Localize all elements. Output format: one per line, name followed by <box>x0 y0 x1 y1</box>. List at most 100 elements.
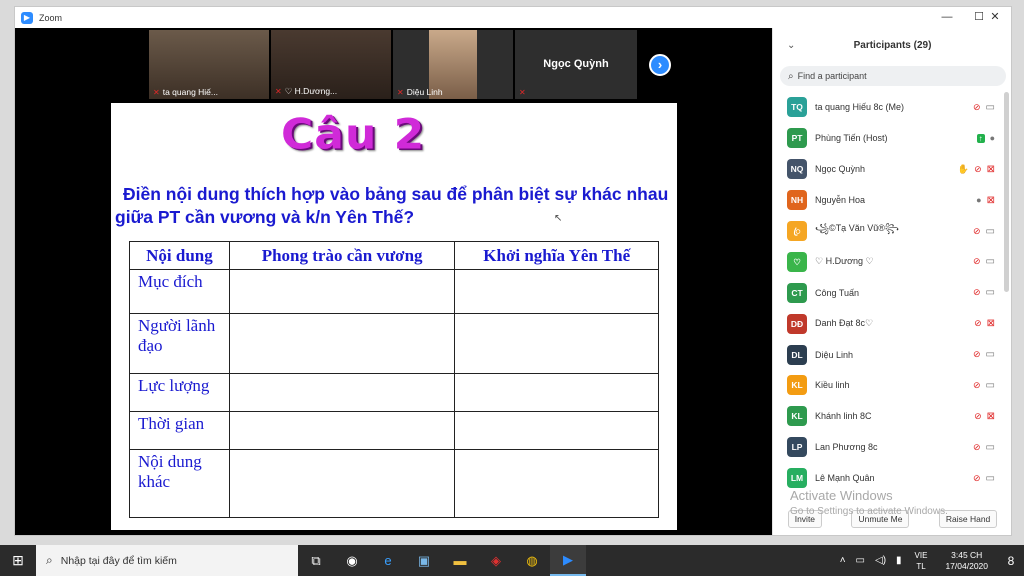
participant-name: Công Tuấn <box>815 287 860 298</box>
volume-icon[interactable]: ◁) <box>875 555 886 566</box>
camera-off-icon: ⊠ <box>986 194 995 206</box>
notification-center-icon[interactable]: 8 <box>998 554 1024 568</box>
clock-date: 17/04/2020 <box>945 560 988 571</box>
clock[interactable]: 3:45 CH 17/04/2020 <box>945 550 988 572</box>
camera-icon: ▭ <box>985 225 995 237</box>
app-icon[interactable]: ▣ <box>406 545 442 576</box>
participant-row[interactable]: ♡ ♡ H.Dương ♡ ⊘ ▭ <box>773 246 1005 277</box>
table-cell <box>454 411 659 450</box>
mic-muted-icon: ⊘ <box>973 287 981 298</box>
chevron-up-icon[interactable]: ˄ <box>840 555 846 566</box>
search-icon: ⌕ <box>788 70 794 82</box>
table-row-label: Nội dung khác <box>129 449 230 518</box>
obs-icon[interactable]: ◉ <box>334 545 370 576</box>
invite-button[interactable]: Invite <box>787 510 823 528</box>
avatar: ꦿ <box>787 221 807 241</box>
mic-off-icon: ✕ <box>397 87 404 97</box>
participant-name: ♡ H.Dương ♡ <box>815 256 874 267</box>
edge-icon[interactable]: e <box>370 545 406 576</box>
camera-icon: ▭ <box>985 441 995 453</box>
participant-name: Diệu Linh <box>815 349 854 360</box>
camera-off-icon: ⊠ <box>986 318 995 330</box>
video-tile[interactable]: ✕ ♡ H.Dương... <box>271 30 391 99</box>
raise-hand-button[interactable]: Raise Hand <box>938 510 998 528</box>
next-page-button[interactable]: › <box>649 54 671 76</box>
mic-muted-icon: ⊘ <box>974 163 982 174</box>
table-header: Nội dung <box>129 241 230 270</box>
mic-muted-icon: ⊘ <box>973 256 981 267</box>
battery-icon[interactable]: ▮ <box>896 555 902 566</box>
participant-name: Ngọc Quỳnh <box>815 164 866 175</box>
table-cell <box>228 269 456 314</box>
avatar: NQ <box>787 159 807 180</box>
avatar: DL <box>787 344 807 365</box>
zoom-taskbar-icon[interactable]: ▶ <box>550 545 586 576</box>
shared-slide: Câu 2 ↖ Điền nội dung thích hợp vào bảng… <box>111 103 677 530</box>
meeting-area: ✕ ta quang Hiế... ✕ ♡ H.Dương... ✕ Diệu Lin… <box>15 28 772 535</box>
window-title: Zoom <box>39 12 63 23</box>
video-tile[interactable]: Ngọc Quỳnh ✕ <box>515 30 637 99</box>
tile-name: Diệu Linh <box>406 87 443 97</box>
participant-row[interactable]: ꦿ ꧁©Tạ Văn Vũ®꧂ ⊘ ▭ <box>773 216 1005 247</box>
slide-title: Câu 2 <box>281 110 426 159</box>
taskbar-search-input[interactable]: ⌕ Nhập tại đây để tìm kiếm <box>36 545 298 576</box>
table-row-label: Người lãnh đạo <box>129 313 230 374</box>
participant-row[interactable]: CT Công Tuấn ⊘ ▭ <box>773 277 1005 308</box>
avatar: LP <box>787 437 807 458</box>
slide-question: Điền nội dung thích hợp vào bảng sau để … <box>115 184 669 227</box>
windows-start-icon[interactable]: ⊞ <box>0 545 36 576</box>
avatar: ♡ <box>787 251 807 272</box>
network-icon[interactable]: ▭ <box>856 555 865 566</box>
tile-name: ta quang Hiế... <box>162 87 218 97</box>
participant-row[interactable]: TQ ta quang Hiếu 8c (Me) ⊘ ▭ <box>773 92 1005 123</box>
screen-share-icon: ↑ <box>976 133 985 143</box>
participant-row[interactable]: NQ Ngọc Quỳnh ✋ ⊘ ⊠ <box>773 154 1005 185</box>
mic-icon: ● <box>976 195 982 206</box>
participant-row[interactable]: PT Phùng Tiến (Host) ↑ ● <box>773 123 1005 154</box>
table-header: Khởi nghĩa Yên Thế <box>454 241 659 270</box>
tile-big-name: Ngọc Quỳnh <box>543 58 609 70</box>
mic-muted-icon: ⊘ <box>973 225 981 236</box>
participant-search-input[interactable]: ⌕ Find a participant <box>780 66 1006 86</box>
zoom-logo-icon: ▶ <box>21 11 33 24</box>
table-cell <box>454 373 659 412</box>
lang-line1: VIE <box>914 550 928 560</box>
participant-row[interactable]: LP Lan Phương 8c ⊘ ▭ <box>773 432 1005 463</box>
camera-icon: ▭ <box>985 256 995 268</box>
scrollbar[interactable] <box>1004 92 1009 292</box>
camera-icon: ▭ <box>985 379 995 391</box>
close-button[interactable]: ✕ <box>980 7 1010 28</box>
comparison-table: Nội dung Phong trào cần vương Khởi nghĩa… <box>129 241 659 518</box>
participant-row[interactable]: DL Diệu Linh ⊘ ▭ <box>773 339 1005 370</box>
participant-name: Kiều linh <box>815 380 850 391</box>
participant-row[interactable]: LM Lê Mạnh Quân ⊘ ▭ <box>773 463 1005 494</box>
avatar: DĐ <box>787 313 807 334</box>
table-header: Phong trào cần vương <box>228 241 456 270</box>
language-indicator[interactable]: VIE TL <box>915 550 928 572</box>
zoom-window: ▶ Zoom — ☐ ✕ ✕ ta quang Hiế... ✕ ♡ H.Dương… <box>14 6 1012 536</box>
camera-icon: ▭ <box>985 349 995 361</box>
mic-muted-icon: ⊘ <box>973 379 981 390</box>
participant-row[interactable]: NH Nguyễn Hoa ● ⊠ <box>773 185 1005 216</box>
game-app-icon[interactable]: ◈ <box>478 545 514 576</box>
participant-name: Lê Mạnh Quân <box>815 473 875 484</box>
camera-icon: ▭ <box>985 472 995 484</box>
unmute-me-button[interactable]: Unmute Me <box>851 510 910 528</box>
file-explorer-icon[interactable]: ▬ <box>442 545 478 576</box>
participant-name: Khánh linh 8C <box>815 411 872 422</box>
participant-name: ꧁©Tạ Văn Vũ®꧂ <box>815 223 899 233</box>
participant-row[interactable]: KL Kiều linh ⊘ ▭ <box>773 370 1005 401</box>
avatar: NH <box>787 190 807 211</box>
participant-name: Danh Đạt 8c♡ <box>815 318 874 329</box>
video-tile[interactable]: ✕ Diệu Linh <box>393 30 513 99</box>
tile-name: ♡ H.Dương... <box>284 86 338 96</box>
minimize-button[interactable]: — <box>931 7 963 28</box>
avatar: CT <box>787 282 807 303</box>
task-view-icon[interactable]: ⧉ <box>298 545 334 576</box>
chrome-icon[interactable]: ◍ <box>514 545 550 576</box>
mic-off-icon: ✕ <box>519 88 526 97</box>
video-tile[interactable]: ✕ ta quang Hiế... <box>149 30 269 99</box>
participant-row[interactable]: DĐ Danh Đạt 8c♡ ⊘ ⊠ <box>773 308 1005 339</box>
taskbar-search-placeholder: Nhập tại đây để tìm kiếm <box>60 554 177 567</box>
participant-row[interactable]: KL Khánh linh 8C ⊘ ⊠ <box>773 401 1005 432</box>
